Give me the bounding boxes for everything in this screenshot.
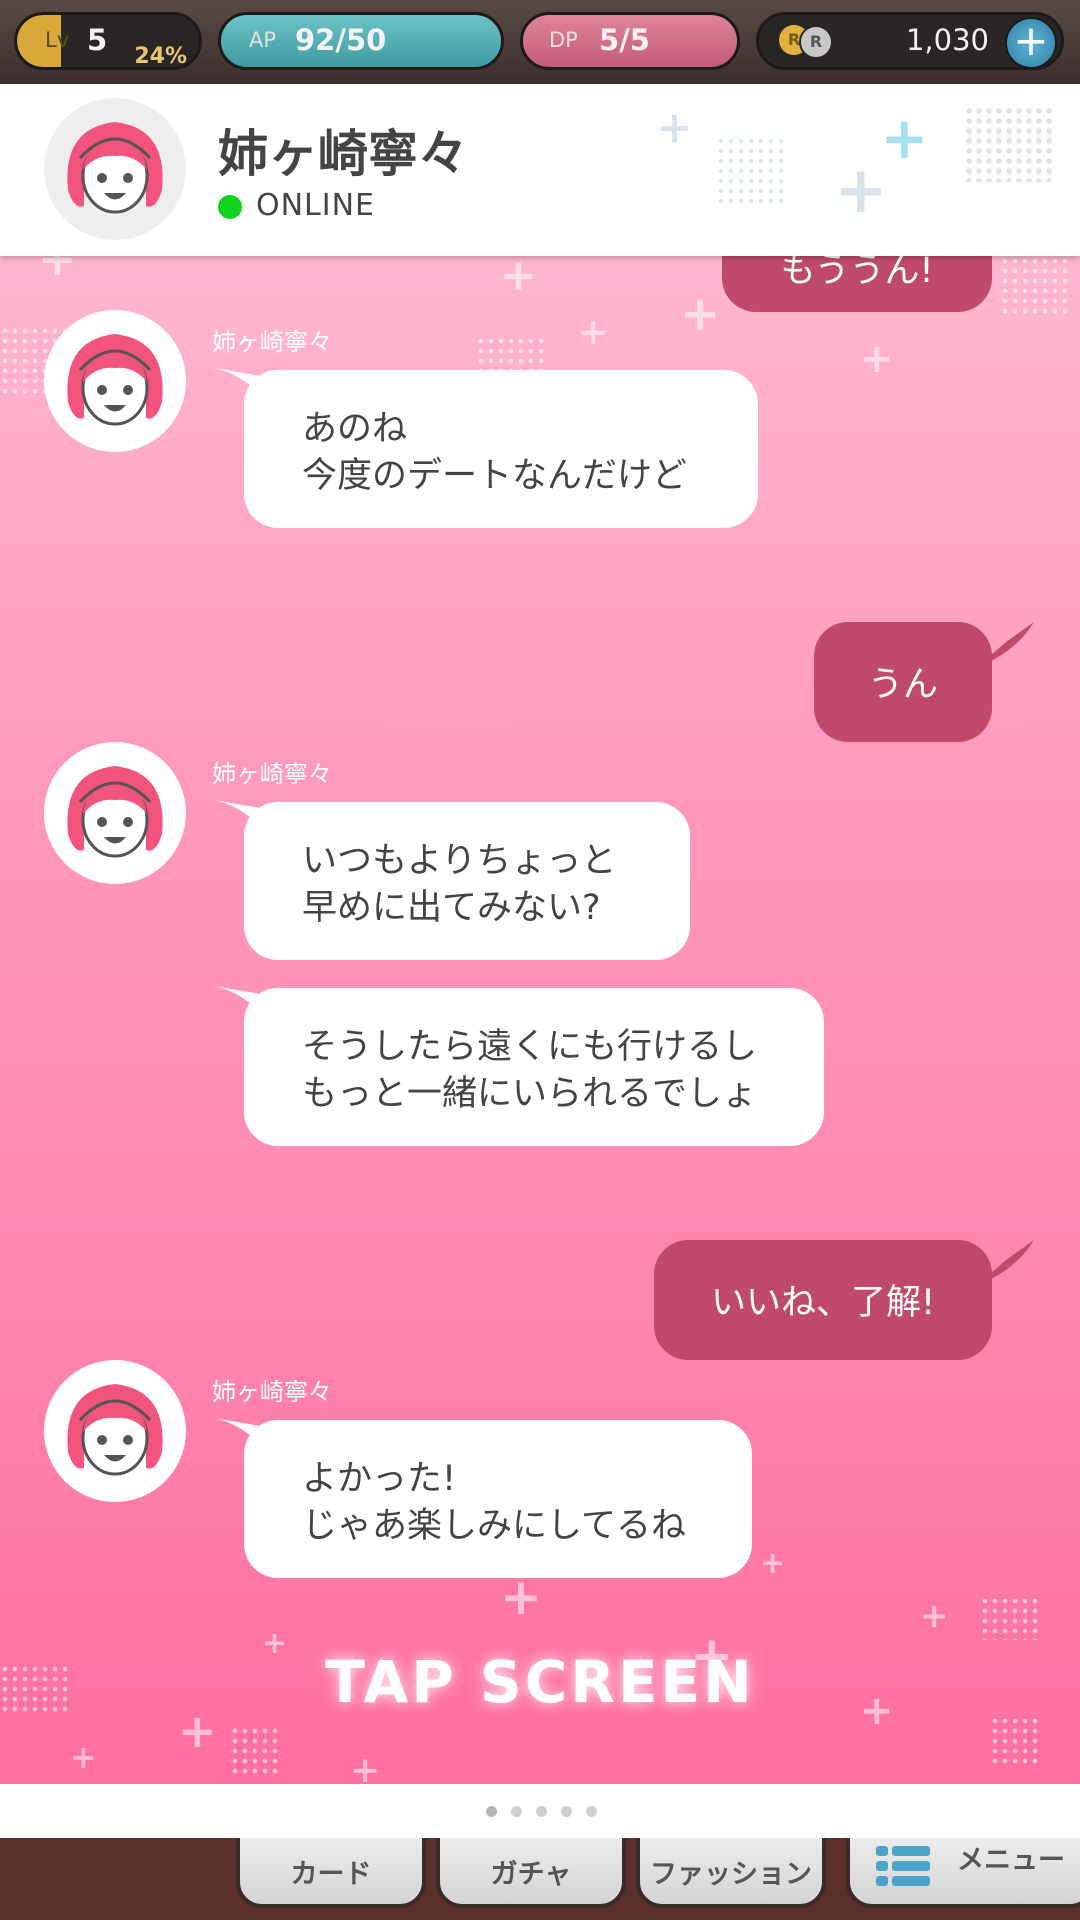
chat-header: 姉ヶ崎寧々 ONLINE + + + bbox=[0, 84, 1080, 256]
bubble-tail bbox=[976, 622, 1034, 668]
nav-card-label: カード bbox=[290, 1859, 372, 1890]
online-status-text: ONLINE bbox=[256, 188, 376, 223]
currency-counter: R R 1,030 + bbox=[756, 12, 1064, 70]
contact-avatar[interactable] bbox=[44, 98, 186, 240]
message-text: もっと一緒にいられるでしょ bbox=[302, 1074, 758, 1114]
message-text: いいね、了解! bbox=[710, 1283, 936, 1323]
decoration-plus-icon: + bbox=[760, 1546, 786, 1581]
message-text: 今度のデートなんだけど bbox=[302, 456, 688, 496]
dp-value: 5/5 bbox=[599, 23, 650, 57]
money-value: 1,030 bbox=[905, 23, 989, 57]
decoration-plus-icon: + bbox=[500, 256, 537, 301]
level-value: 5 bbox=[87, 23, 108, 57]
page-dot[interactable] bbox=[511, 1806, 522, 1817]
girl-face-icon bbox=[67, 766, 163, 858]
decoration-plus-icon: + bbox=[656, 102, 693, 153]
decoration-dots bbox=[230, 1726, 280, 1776]
page-dot[interactable] bbox=[586, 1806, 597, 1817]
level-gauge: Lv 5 24% bbox=[14, 12, 202, 70]
level-progress-text: 24% bbox=[134, 44, 187, 69]
decoration-plus-icon: + bbox=[578, 312, 609, 353]
their-message-bubble: よかった! じゃあ楽しみにしてるね bbox=[214, 1418, 752, 1578]
decoration-dots bbox=[1000, 256, 1070, 316]
nav-gacha-label: ガチャ bbox=[490, 1859, 572, 1890]
bubble-tail bbox=[214, 986, 272, 1024]
their-message-bubble: そうしたら遠くにも行けるし もっと一緒にいられるでしょ bbox=[214, 986, 824, 1146]
decoration-plus-icon: + bbox=[860, 336, 894, 382]
contact-name: 姉ヶ崎寧々 bbox=[218, 125, 468, 183]
decoration-plus-icon: + bbox=[70, 1738, 97, 1776]
message-text: 早めに出てみない? bbox=[302, 888, 601, 928]
sender-name: 姉ヶ崎寧々 bbox=[212, 760, 332, 788]
decoration-heart-dots bbox=[964, 106, 1054, 182]
sender-name: 姉ヶ崎寧々 bbox=[212, 328, 332, 356]
message-text: よかった! bbox=[302, 1459, 457, 1499]
my-message-bubble: もううん! bbox=[722, 256, 992, 312]
my-message-bubble: うん bbox=[814, 622, 1034, 742]
bubble-tail bbox=[214, 368, 272, 406]
nav-fashion-button[interactable]: ファッション bbox=[636, 1838, 826, 1908]
girl-face-icon bbox=[67, 1384, 163, 1476]
ticket-coin-icon: R bbox=[799, 25, 833, 59]
bubble-tail bbox=[214, 800, 272, 838]
decoration-dots bbox=[980, 1596, 1040, 1640]
decoration-plus-icon: + bbox=[38, 256, 77, 286]
message-text: うん bbox=[867, 665, 938, 705]
online-status-dot bbox=[218, 195, 242, 219]
sender-name: 姉ヶ崎寧々 bbox=[212, 1378, 332, 1406]
status-bar: Lv 5 24% AP 92/50 DP 5/5 R R 1,030 + bbox=[0, 0, 1080, 84]
add-currency-button[interactable]: + bbox=[1005, 17, 1057, 67]
nav-menu-label: メニュー bbox=[957, 1845, 1065, 1876]
ap-gauge: AP 92/50 bbox=[218, 12, 504, 70]
girl-face-icon bbox=[67, 334, 163, 426]
dp-gauge: DP 5/5 bbox=[520, 12, 740, 70]
bubble-tail bbox=[214, 1418, 272, 1456]
message-text: あのね bbox=[302, 409, 408, 449]
decoration-plus-icon: + bbox=[680, 286, 721, 342]
bubble-tail bbox=[976, 1240, 1034, 1286]
dp-label: DP bbox=[549, 28, 578, 52]
nav-card-button[interactable]: カード bbox=[236, 1838, 426, 1908]
nav-gacha-button[interactable]: ガチャ bbox=[436, 1838, 626, 1908]
level-label: Lv bbox=[45, 28, 70, 52]
bottom-navigation: カード ガチャ ファッション メニュー bbox=[0, 1838, 1080, 1920]
decoration-plus-icon: + bbox=[834, 154, 888, 228]
their-message-bubble: いつもよりちょっと 早めに出てみない? bbox=[214, 800, 690, 960]
ap-value: 92/50 bbox=[295, 23, 387, 57]
their-message-bubble: あのね 今度のデートなんだけど bbox=[214, 368, 758, 528]
ap-label: AP bbox=[249, 28, 277, 52]
my-message-bubble: いいね、了解! bbox=[654, 1240, 1034, 1360]
page-dot[interactable] bbox=[486, 1806, 497, 1817]
decoration-dots bbox=[990, 1716, 1040, 1766]
decoration-dots bbox=[716, 136, 786, 206]
nav-fashion-label: ファッション bbox=[650, 1859, 812, 1890]
message-text: そうしたら遠くにも行けるし bbox=[302, 1027, 758, 1067]
decoration-plus-icon: + bbox=[350, 1750, 381, 1784]
chat-area[interactable]: + + + + + + + + + + + + + + もううん! 姉ヶ崎寧々 … bbox=[0, 256, 1080, 1784]
message-text: もううん! bbox=[780, 256, 934, 291]
tap-screen-prompt[interactable]: TAP SCREEN bbox=[0, 1648, 1080, 1716]
sender-avatar[interactable] bbox=[44, 310, 186, 452]
sender-avatar[interactable] bbox=[44, 1360, 186, 1502]
page-dot[interactable] bbox=[561, 1806, 572, 1817]
page-indicator bbox=[0, 1784, 1080, 1838]
girl-face-icon bbox=[67, 122, 163, 214]
message-text: じゃあ楽しみにしてるね bbox=[302, 1506, 686, 1546]
message-text: いつもよりちょっと bbox=[302, 841, 617, 881]
decoration-plus-icon: + bbox=[920, 1596, 949, 1636]
sender-avatar[interactable] bbox=[44, 742, 186, 884]
nav-menu-button[interactable]: メニュー bbox=[846, 1838, 1080, 1908]
page-dot[interactable] bbox=[536, 1806, 547, 1817]
